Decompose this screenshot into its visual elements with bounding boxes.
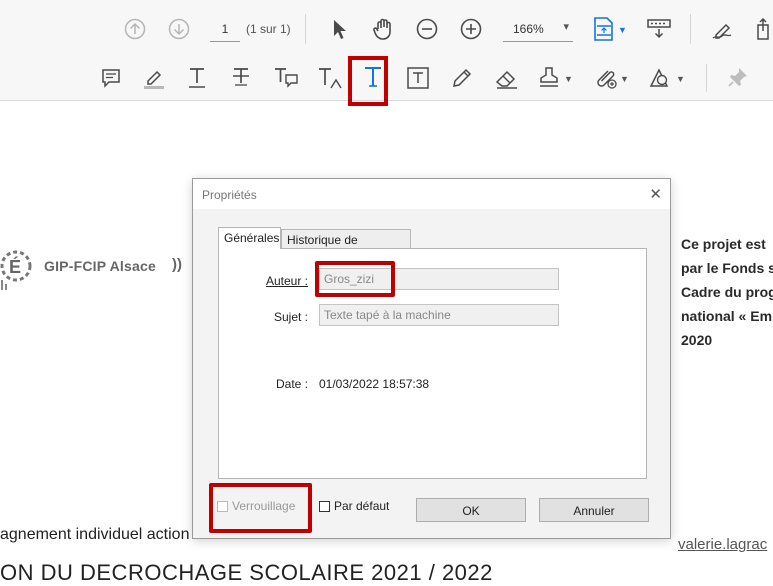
- date-value: 01/03/2022 18:57:38: [319, 377, 430, 391]
- doc-line: Ce projet est: [681, 236, 766, 252]
- dialog-title: Propriétés: [202, 188, 257, 202]
- sign-pen-icon[interactable]: [711, 17, 737, 41]
- page-total-label: (1 sur 1): [246, 22, 291, 36]
- strikethrough-text-icon[interactable]: [230, 65, 252, 89]
- stamp-icon[interactable]: [537, 65, 561, 91]
- main-toolbar: (1 sur 1) 166% ▾ ▼: [0, 0, 773, 57]
- zoom-level-select[interactable]: 166% ▾: [503, 17, 573, 42]
- properties-dialog: Propriétés ✕ Générales Historique de rév…: [192, 178, 671, 539]
- default-label: Par défaut: [334, 499, 390, 513]
- shapes-chevron-icon[interactable]: ▼: [676, 74, 685, 84]
- replace-text-icon[interactable]: [273, 66, 299, 88]
- eraser-icon[interactable]: [494, 66, 520, 90]
- toolbar-separator: [305, 14, 306, 44]
- logo-decoration: )): [172, 256, 182, 273]
- lock-checkbox-highlight: [209, 483, 312, 533]
- stamp-chevron-icon[interactable]: ▼: [564, 74, 573, 84]
- insert-text-icon[interactable]: [317, 66, 343, 90]
- attach-chevron-icon[interactable]: ▼: [620, 74, 629, 84]
- underline-text-icon[interactable]: [186, 65, 208, 89]
- tab-general[interactable]: Générales: [218, 227, 281, 249]
- svg-text:É: É: [9, 256, 21, 277]
- previous-page-icon[interactable]: [124, 18, 146, 40]
- document-right-text: Ce projet est par le Fonds s Cadre du pr…: [681, 232, 773, 352]
- keyboard-scroll-icon[interactable]: [646, 17, 672, 41]
- text-box-icon[interactable]: [406, 66, 430, 90]
- date-label: Date :: [275, 377, 308, 391]
- dialog-titlebar[interactable]: Propriétés ✕: [193, 179, 670, 209]
- author-field-highlight: [315, 261, 395, 297]
- page-number-input[interactable]: [210, 17, 240, 42]
- page-fit-icon[interactable]: [592, 15, 616, 43]
- default-checkbox-row[interactable]: Par défaut: [319, 499, 389, 513]
- hand-tool-icon[interactable]: [371, 16, 397, 42]
- doc-line: 2020: [681, 332, 713, 348]
- cancel-button[interactable]: Annuler: [539, 498, 649, 522]
- page-fit-chevron-icon[interactable]: ▼: [618, 25, 627, 35]
- sticky-note-icon[interactable]: [100, 67, 122, 89]
- doc-line: national « Em: [681, 308, 773, 324]
- document-heading: ON DU DECROCHAGE SCOLAIRE 2021 / 2022: [0, 560, 493, 585]
- pin-icon[interactable]: [727, 66, 749, 88]
- pencil-draw-icon[interactable]: [450, 66, 474, 90]
- doc-line: Cadre du prog: [681, 284, 773, 300]
- shapes-icon[interactable]: [648, 66, 674, 90]
- document-email-link[interactable]: valerie.lagrac: [678, 536, 767, 553]
- attach-file-icon[interactable]: [593, 66, 619, 90]
- default-checkbox[interactable]: [319, 500, 330, 512]
- zoom-out-icon[interactable]: [416, 18, 438, 40]
- ok-button[interactable]: OK: [416, 498, 526, 522]
- close-icon[interactable]: ✕: [649, 185, 662, 203]
- subject-field[interactable]: [319, 304, 559, 326]
- add-text-tool-highlight: [348, 56, 388, 106]
- subject-label: Sujet :: [273, 310, 308, 324]
- select-cursor-icon[interactable]: [330, 17, 348, 41]
- doc-line: par le Fonds s: [681, 260, 773, 276]
- highlight-text-icon[interactable]: [142, 66, 166, 90]
- tab-revision-history[interactable]: Historique de révisions: [281, 229, 411, 267]
- logo-text: GIP-FCIP Alsace: [44, 258, 156, 274]
- toolbar-separator: [706, 64, 707, 92]
- chevron-down-icon: ▾: [563, 21, 569, 33]
- zoom-in-icon[interactable]: [460, 18, 482, 40]
- share-icon[interactable]: [756, 17, 773, 41]
- next-page-icon[interactable]: [168, 18, 190, 40]
- toolbar-separator: [690, 14, 691, 44]
- author-label: Auteur :: [265, 274, 308, 288]
- zoom-level-value: 166%: [513, 22, 544, 36]
